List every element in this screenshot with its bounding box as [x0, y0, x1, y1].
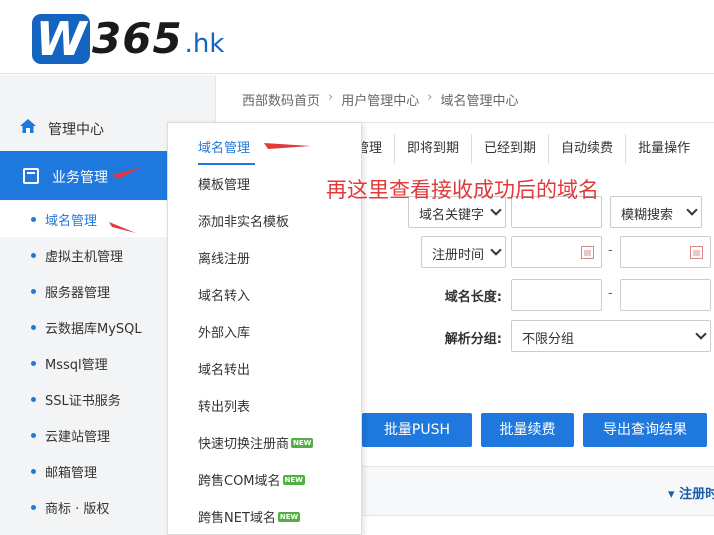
sidebar-item-label: 域名管理: [45, 214, 98, 229]
breadcrumb-user-center[interactable]: 用户管理中心: [341, 90, 419, 109]
submenu-item-external-import[interactable]: 外部入库: [198, 322, 250, 341]
new-badge: NEW: [277, 511, 301, 522]
length-max-input[interactable]: [620, 279, 711, 311]
bullet-icon: [31, 469, 36, 474]
submenu-item-label: 域名转入: [198, 289, 251, 304]
sidebar-item-label: SSL证书服务: [45, 394, 121, 409]
length-label: 域名长度:: [444, 290, 502, 305]
batch-renew-button[interactable]: 批量续费: [481, 413, 574, 447]
bullet-icon: [31, 433, 36, 438]
bullet-icon: [31, 325, 36, 330]
submenu-item-label: 转出列表: [198, 400, 251, 415]
submenu-item-label: 域名转出: [198, 363, 251, 378]
sidebar-business-management[interactable]: 业务管理: [0, 151, 195, 200]
chevron-down-icon: [490, 244, 502, 256]
submenu-item-add-template[interactable]: 添加非实名模板: [198, 211, 289, 230]
home-icon: [20, 119, 36, 133]
range-dash: -: [608, 243, 613, 258]
submenu-item-resell-com[interactable]: 跨售COM域名 NEW: [198, 470, 305, 489]
keyword-select-value: 域名关键字: [419, 208, 485, 223]
bullet-icon: [31, 505, 36, 510]
group-select[interactable]: 不限分组: [511, 320, 711, 352]
new-badge: NEW: [282, 474, 305, 485]
calendar-icon[interactable]: [690, 246, 703, 259]
submenu-item-offline-register[interactable]: 离线注册: [198, 248, 250, 267]
batch-push-button[interactable]: 批量PUSH: [362, 413, 472, 447]
bullet-icon: [31, 397, 36, 402]
tab-expired[interactable]: 已经到期: [472, 134, 550, 164]
tab-auto-renew[interactable]: 自动续费: [549, 134, 627, 164]
group-label: 解析分组:: [444, 332, 502, 347]
export-results-button[interactable]: 导出查询结果: [583, 413, 707, 447]
sidebar-management-center-label: 管理中心: [48, 122, 104, 138]
tab-bar: 管理 即将到期 已经到期 自动续费 批量操作: [356, 134, 690, 164]
date-end-input[interactable]: [620, 236, 711, 268]
submenu-item-template[interactable]: 模板管理: [198, 174, 250, 193]
search-mode-value: 模糊搜索: [621, 208, 674, 223]
length-min-input[interactable]: [511, 279, 602, 311]
sidebar-item-label: 邮箱管理: [45, 466, 98, 481]
date-type-select[interactable]: 注册时间: [421, 236, 506, 268]
logo[interactable]: W 365 .hk: [32, 10, 224, 64]
submenu-item-label: 快速切换注册商: [198, 437, 290, 452]
submenu-item-transfer-out[interactable]: 域名转出: [198, 359, 250, 378]
submenu-item-label: 域名管理: [198, 141, 251, 156]
calendar-icon[interactable]: [581, 246, 594, 259]
bullet-icon: [31, 253, 36, 258]
column-header-reg[interactable]: ▾ 注册时: [668, 483, 714, 502]
new-badge: NEW: [291, 437, 314, 448]
column-header-reg-label: 注册时: [679, 487, 714, 502]
submenu-item-switch-registrar[interactable]: 快速切换注册商 NEW: [198, 433, 314, 452]
chevron-down-icon: [695, 328, 707, 340]
submenu-item-label: 模板管理: [198, 178, 251, 193]
logo-mark: W: [32, 14, 90, 64]
submenu-item-label: 离线注册: [198, 252, 251, 267]
submenu-item-label: 跨售COM域名: [198, 474, 281, 489]
tab-batch[interactable]: 批量操作: [626, 134, 690, 164]
chevron-right-icon: ›: [427, 90, 433, 105]
group-select-value: 不限分组: [522, 332, 575, 347]
submenu-item-label: 跨售NET域名: [198, 511, 276, 526]
date-start-input[interactable]: [511, 236, 602, 268]
tab-expiring[interactable]: 即将到期: [395, 134, 473, 164]
sidebar-business-management-label: 业务管理: [52, 170, 108, 186]
submenu-item-transfer-list[interactable]: 转出列表: [198, 396, 250, 415]
table-header: ▾ 注册时: [362, 466, 714, 516]
bullet-icon: [31, 289, 36, 294]
bullet-icon: [31, 217, 36, 222]
sidebar-item-label: 云数据库MySQL: [45, 322, 142, 337]
bullet-icon: [31, 361, 36, 366]
sidebar-item-label: 虚拟主机管理: [45, 250, 124, 265]
sidebar-item-label: 云建站管理: [45, 430, 111, 445]
sidebar-item-label: Mssql管理: [45, 358, 108, 373]
submenu-item-resell-net[interactable]: 跨售NET域名 NEW: [198, 507, 301, 526]
chevron-right-icon: ›: [328, 90, 334, 105]
date-type-value: 注册时间: [432, 248, 485, 263]
breadcrumb: 西部数码首页 › 用户管理中心 › 域名管理中心: [242, 90, 518, 109]
search-mode-select[interactable]: 模糊搜索: [610, 196, 702, 228]
breadcrumb-home[interactable]: 西部数码首页: [242, 90, 320, 109]
header: W 365 .hk: [0, 0, 714, 74]
submenu-item-transfer-in[interactable]: 域名转入: [198, 285, 250, 304]
grid-icon: [23, 168, 39, 184]
chevron-down-icon: [686, 204, 698, 216]
submenu-item-label: 添加非实名模板: [198, 215, 290, 230]
submenu-item-label: 外部入库: [198, 326, 251, 341]
sidebar-item-label: 商标 · 版权: [45, 502, 110, 517]
annotation-text: 再这里查看接收成功后的域名: [326, 178, 599, 202]
sidebar-item-label: 服务器管理: [45, 286, 111, 301]
chevron-down-icon: [490, 204, 502, 216]
logo-number: 365: [92, 14, 183, 63]
submenu-item-domain-manage[interactable]: 域名管理: [198, 137, 256, 165]
logo-suffix: .hk: [184, 29, 225, 59]
breadcrumb-domain-center[interactable]: 域名管理中心: [440, 90, 518, 109]
range-dash: -: [608, 286, 613, 301]
